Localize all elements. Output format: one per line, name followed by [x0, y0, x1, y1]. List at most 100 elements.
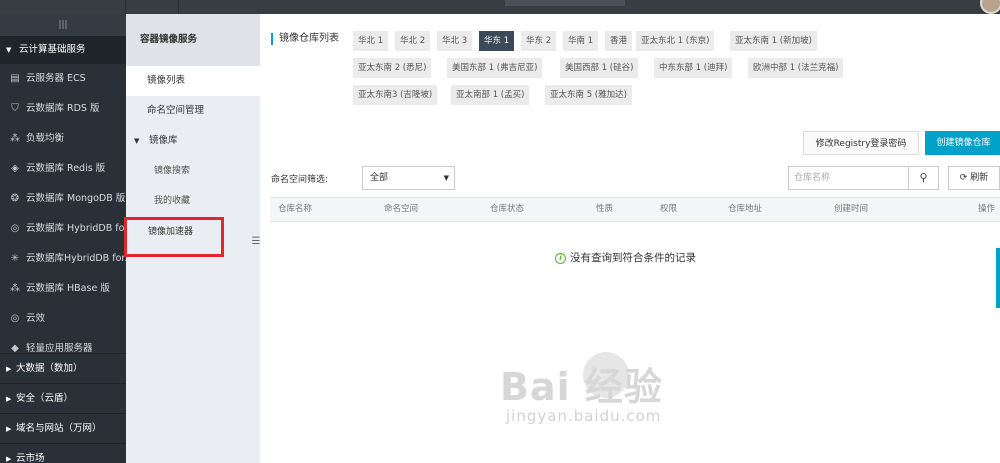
region-tab[interactable]: 美国西部 1 (硅谷)	[560, 58, 639, 78]
database-icon: ⛉	[11, 103, 19, 114]
column-header: 权限	[660, 204, 678, 214]
sidebar-bottom-groups: ▶ 大数据（数加） ▶ 安全（云盾） ▶ 域名与网站（万网） ▶ 云市场	[0, 353, 126, 463]
chevron-right-icon: ▶	[6, 425, 12, 433]
column-header: 命名空间	[384, 204, 419, 214]
hybriddb-icon: ◎	[10, 223, 20, 234]
sidebar-item[interactable]: ⛉ 云数据库 RDS 版	[0, 94, 126, 124]
subnav-folder-label: 镜像库	[149, 135, 178, 146]
refresh-button[interactable]: ⟳ 刷新	[948, 166, 1000, 190]
hybriddb2-icon: ✳	[10, 253, 20, 264]
sidebar-item[interactable]: ❂ 云数据库 MongoDB 版	[0, 184, 126, 214]
mongodb-icon: ❂	[10, 193, 20, 204]
subnav-item-namespace[interactable]: 命名空间管理	[126, 96, 260, 126]
repo-search-input[interactable]: 仓库名称	[794, 167, 830, 189]
region-tab[interactable]: 亚太南部 1 (孟买)	[451, 85, 530, 105]
region-tab[interactable]: 中东东部 1 (迪拜)	[654, 58, 733, 78]
region-tab[interactable]: 亚太东南 5 (雅加达)	[545, 85, 632, 105]
top-bar-segment[interactable]	[126, 0, 179, 14]
region-tab[interactable]: 美国东部 1 (弗吉尼亚)	[447, 58, 543, 78]
edit-registry-password-button[interactable]: 修改Registry登录密码	[803, 131, 919, 155]
sidebar-group-label: 云市场	[16, 453, 45, 463]
redis-icon: ◈	[11, 163, 19, 174]
sidebar-item-label: 云数据库 Redis 版	[26, 163, 106, 174]
region-tab[interactable]: 华东 1	[479, 31, 515, 51]
avatar[interactable]	[980, 0, 1000, 14]
service-subnav: 容器镜像服务 镜像列表 命名空间管理 ▼ 镜像库 镜像搜索 我的收藏 镜像加速器	[124, 14, 260, 463]
subnav-item-image-search[interactable]: 镜像搜索	[126, 156, 260, 186]
sidebar-item[interactable]: ⁂ 负载均衡	[0, 124, 126, 154]
sidebar-item[interactable]: ⁂ 云数据库 HBase 版	[0, 274, 126, 304]
column-header: 性质	[596, 204, 614, 214]
hbase-icon: ⁂	[10, 283, 20, 294]
search-icon[interactable]: ⚲	[908, 167, 938, 189]
refresh-label: 刷新	[970, 173, 989, 183]
repo-search-box[interactable]: 仓库名称 ⚲	[788, 166, 939, 190]
empty-state-text: 没有查询到符合条件的记录	[570, 252, 696, 264]
highlight-box	[124, 217, 224, 257]
sidebar-group[interactable]: ▶ 安全（云盾）	[0, 383, 126, 413]
region-tab[interactable]: 亚太东南3 (吉隆坡)	[353, 85, 438, 105]
region-tab[interactable]: 香港	[605, 31, 633, 51]
region-tab[interactable]: 亚太东北 1 (东京)	[636, 31, 715, 51]
sidebar-item[interactable]: ▤ 云服务器 ECS	[0, 64, 126, 94]
sidebar-group-label: 云计算基础服务	[19, 44, 86, 55]
chevron-right-icon: ▶	[6, 365, 12, 373]
column-header: 创建时间	[834, 204, 869, 214]
sidebar-item[interactable]: ✳ 云数据库HybridDB for...	[0, 244, 126, 274]
subnav-folder-image-repo[interactable]: ▼ 镜像库	[126, 126, 260, 156]
region-list-label: 镜像仓库列表	[271, 33, 339, 45]
top-bar-logo-area[interactable]	[0, 0, 126, 14]
region-tab[interactable]: 亚太东南 1 (新加坡)	[730, 31, 817, 51]
caret-down-icon: ▼	[443, 174, 449, 182]
sidebar-group-label: 大数据（数加）	[16, 363, 83, 374]
chevron-down-icon: ▼	[134, 137, 140, 145]
region-tab[interactable]: 华南 1	[563, 31, 599, 51]
subnav-item-image-list[interactable]: 镜像列表	[126, 66, 260, 96]
chevron-down-icon: ▼	[6, 46, 12, 54]
yunxiao-icon: ◎	[10, 313, 20, 324]
sidebar-group[interactable]: ▶ 云市场	[0, 443, 126, 463]
column-header: 操作	[978, 204, 996, 214]
sidebar-group-label: 安全（云盾）	[16, 393, 74, 404]
chevron-right-icon: ▶	[6, 455, 12, 463]
namespace-filter-label: 命名空间筛选:	[271, 175, 329, 185]
namespace-filter-select[interactable]: 全部 ▼	[362, 166, 455, 190]
sidebar-collapse-icon[interactable]: |||	[0, 14, 126, 36]
region-tab[interactable]: 欧洲中部 1 (法兰克福)	[748, 58, 844, 78]
region-tab[interactable]: 华北 1	[353, 31, 389, 51]
product-sidebar: ||| ▼ 云计算基础服务 ▤ 云服务器 ECS ⛉ 云数据库 RDS 版 ⁂ 负载均衡 ◈…	[0, 14, 126, 463]
balance-icon: ⁂	[10, 133, 20, 144]
subnav-item-accelerator[interactable]: 镜像加速器	[148, 224, 193, 237]
column-header: 仓库状态	[490, 204, 525, 214]
refresh-icon: ⟳	[959, 173, 968, 183]
sidebar-item[interactable]: ◎ 云数据库 HybridDB fo...	[0, 214, 126, 244]
subnav-item-favorites[interactable]: 我的收藏	[126, 186, 260, 216]
top-bar	[0, 0, 1000, 14]
sidebar-item-label: 云数据库 HBase 版	[26, 283, 110, 294]
info-icon: i	[555, 253, 566, 264]
server-icon: ▤	[10, 73, 20, 84]
sidebar-item-label: 云服务器 ECS	[26, 73, 86, 84]
column-header: 仓库地址	[728, 204, 763, 214]
sidebar-group-label: 域名与网站（万网）	[16, 423, 102, 434]
sidebar-item-label: 云效	[26, 313, 46, 324]
watermark-brand: Bai 经验	[500, 365, 663, 409]
region-tab[interactable]: 亚太东南 2 (悉尼)	[353, 58, 432, 78]
sidebar-group[interactable]: ▶ 域名与网站（万网）	[0, 413, 126, 443]
table-header: 仓库名称 命名空间 仓库状态 性质 权限 仓库地址 创建时间 操作	[270, 197, 1000, 222]
chevron-right-icon: ▶	[6, 395, 12, 403]
sidebar-item-label: 云数据库HybridDB for...	[26, 253, 126, 264]
region-tab[interactable]: 华北 3	[437, 31, 473, 51]
sidebar-item[interactable]: ◎ 云效	[0, 304, 126, 334]
empty-state: i 没有查询到符合条件的记录	[555, 250, 696, 265]
region-tab[interactable]: 华北 2	[395, 31, 431, 51]
watermark-url: jingyan.baidu.com	[506, 407, 662, 425]
service-title: 容器镜像服务	[126, 14, 260, 66]
sidebar-group-cloud-basic[interactable]: ▼ 云计算基础服务	[0, 36, 126, 64]
region-tab[interactable]: 华东 2	[521, 31, 557, 51]
sidebar-item[interactable]: ◈ 云数据库 Redis 版	[0, 154, 126, 184]
sidebar-group[interactable]: ▶ 大数据（数加）	[0, 353, 126, 383]
feedback-tab[interactable]	[996, 248, 1000, 308]
create-repo-button[interactable]: 创建镜像仓库	[925, 131, 1000, 155]
top-search-input[interactable]	[505, 0, 625, 6]
